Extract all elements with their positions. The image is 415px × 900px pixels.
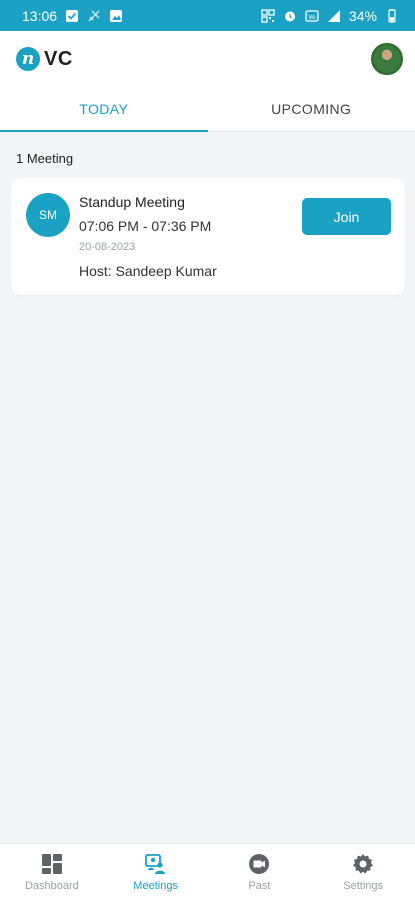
tab-today[interactable]: TODAY	[0, 87, 208, 132]
meeting-count: 1 Meeting	[16, 151, 74, 166]
logo-mark: n	[16, 47, 40, 71]
meeting-title: Standup Meeting	[79, 194, 185, 210]
svg-text:Vo: Vo	[308, 14, 316, 21]
meeting-date: 20-08-2023	[79, 241, 136, 253]
meetings-icon	[144, 854, 165, 874]
meeting-card[interactable]: SM Standup Meeting 07:06 PM - 07:36 PM 2…	[11, 178, 405, 295]
nav-settings-label: Settings	[343, 880, 383, 892]
join-button[interactable]: Join	[302, 198, 391, 235]
tab-upcoming[interactable]: UPCOMING	[208, 87, 415, 131]
gear-icon	[353, 854, 374, 874]
nav-past[interactable]: Past	[208, 844, 312, 900]
image-notification-icon	[109, 9, 123, 23]
nav-dashboard[interactable]: Dashboard	[0, 844, 104, 900]
video-icon	[249, 854, 270, 874]
bottom-nav: Dashboard Meetings Past Settings	[0, 843, 415, 900]
nav-dashboard-label: Dashboard	[24, 880, 79, 892]
logo-text: VC	[44, 47, 73, 70]
app-header: n VC	[0, 31, 415, 87]
status-time: 13:06	[22, 7, 58, 24]
meeting-host: Host: Sandeep Kumar	[79, 263, 217, 279]
qr-code-icon	[261, 8, 275, 23]
nav-meetings-label: Meetings	[133, 880, 178, 892]
alarm-icon	[283, 9, 297, 23]
dashboard-icon	[41, 854, 62, 874]
checkbox-notification-icon	[65, 9, 79, 23]
battery-icon	[385, 8, 399, 23]
airplane-icon	[87, 9, 101, 23]
app-logo: n VC	[16, 47, 73, 71]
nav-past-label: Past	[248, 880, 271, 892]
battery-percent: 34%	[348, 7, 377, 24]
nav-settings[interactable]: Settings	[311, 844, 415, 900]
profile-avatar[interactable]	[371, 43, 403, 75]
nav-meetings[interactable]: Meetings	[104, 844, 208, 900]
signal-icon	[327, 9, 341, 23]
meeting-tabs: TODAY UPCOMING	[0, 87, 415, 132]
meeting-time: 07:06 PM - 07:36 PM	[79, 218, 212, 234]
volte-icon: Vo	[305, 9, 319, 23]
status-bar: 13:06 Vo 34%	[0, 0, 415, 31]
meeting-initials-avatar: SM	[26, 193, 70, 237]
